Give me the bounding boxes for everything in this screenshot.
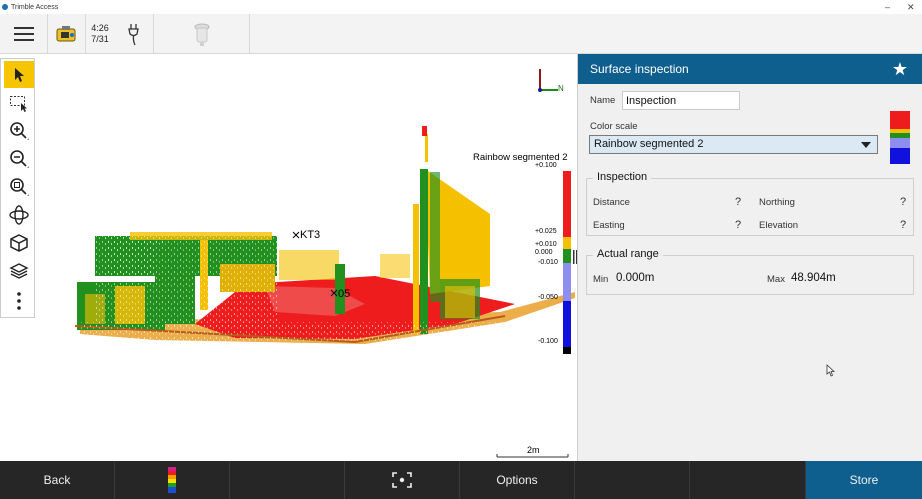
store-button-label: Store bbox=[849, 473, 879, 487]
zoom-to-fit-button[interactable] bbox=[345, 461, 460, 499]
elevation-label: Elevation bbox=[759, 220, 799, 231]
rectangle-select-tool-button[interactable] bbox=[4, 89, 34, 116]
surface-inspection-panel: Surface inspection ★ Name Color scale Ra… bbox=[577, 54, 922, 461]
legend-tick: -0.050 bbox=[538, 294, 558, 301]
chevron-down-icon bbox=[861, 142, 871, 148]
rectangle-select-icon bbox=[10, 95, 27, 112]
focus-target-icon bbox=[392, 472, 412, 488]
max-value: 48.904m bbox=[791, 272, 836, 284]
favorite-star-icon[interactable]: ★ bbox=[892, 59, 908, 80]
date-text: 7/31 bbox=[91, 34, 109, 44]
clock: 4:26 7/31 bbox=[86, 14, 114, 54]
zoom-in-tool-button[interactable] bbox=[4, 117, 34, 144]
menu-button[interactable] bbox=[0, 14, 48, 54]
select-tool-button[interactable] bbox=[4, 61, 34, 88]
back-button-label: Back bbox=[43, 473, 71, 487]
empty-softkey bbox=[230, 461, 345, 499]
view-cube-tool-button[interactable] bbox=[4, 229, 34, 256]
legend-tick: 0.000 bbox=[535, 249, 553, 256]
instrument-button[interactable] bbox=[48, 14, 86, 54]
name-label: Name bbox=[590, 95, 616, 106]
zoom-out-icon bbox=[10, 149, 29, 168]
legend-tick: -0.100 bbox=[538, 338, 558, 345]
layers-tool-button[interactable] bbox=[4, 257, 34, 284]
gnss-receiver-icon bbox=[194, 23, 209, 46]
rainbow-scale-icon bbox=[168, 467, 176, 493]
orbit-icon bbox=[9, 204, 29, 225]
close-button[interactable]: ✕ bbox=[907, 0, 915, 14]
options-button-label: Options bbox=[496, 473, 538, 487]
min-value: 0.000m bbox=[616, 272, 655, 284]
legend-tick: +0.100 bbox=[535, 162, 557, 169]
hamburger-icon bbox=[13, 27, 34, 41]
app-icon bbox=[2, 4, 8, 10]
map-tool-strip bbox=[0, 58, 35, 318]
color-scale-dropdown[interactable]: Rainbow segmented 2 bbox=[589, 135, 878, 154]
legend-tick: +0.025 bbox=[535, 228, 557, 235]
toolbar-right-area bbox=[577, 14, 922, 54]
distance-value: ? bbox=[735, 196, 742, 208]
title-bar: Trimble Access – ✕ bbox=[0, 0, 922, 14]
color-scale-swatch bbox=[890, 111, 910, 164]
point-cloud-view[interactable]: N KT3 05 Rainbow segmented 2 +0.100 +0.0… bbox=[35, 54, 577, 461]
point-label-05: 05 bbox=[338, 288, 351, 300]
actual-range-group: Actual range Min 0.000m Max 48.904m bbox=[586, 248, 914, 295]
color-scale-value: Rainbow segmented 2 bbox=[594, 138, 704, 150]
color-scale-legend bbox=[563, 171, 577, 354]
window-title: Trimble Access bbox=[11, 3, 59, 11]
name-field[interactable] bbox=[622, 91, 740, 110]
orbit-tool-button[interactable] bbox=[4, 201, 34, 228]
color-scale-label: Color scale bbox=[590, 121, 638, 132]
more-tools-button[interactable] bbox=[4, 287, 34, 314]
more-vertical-icon bbox=[17, 291, 21, 310]
actual-range-title: Actual range bbox=[593, 248, 663, 260]
panel-header: Surface inspection ★ bbox=[578, 54, 922, 84]
distance-label: Distance bbox=[593, 197, 630, 208]
layers-icon bbox=[9, 262, 29, 279]
top-toolbar: 4:26 7/31 bbox=[0, 14, 577, 54]
time-text: 4:26 bbox=[91, 23, 109, 33]
min-label: Min bbox=[593, 274, 609, 285]
bottom-bar: Back Options Store bbox=[0, 461, 922, 499]
minimize-button[interactable]: – bbox=[885, 0, 890, 14]
power-status-button[interactable] bbox=[114, 14, 154, 54]
zoom-out-tool-button[interactable] bbox=[4, 145, 34, 172]
north-label: N bbox=[558, 84, 564, 93]
power-plug-icon bbox=[127, 24, 139, 46]
trimble-access-window: Trimble Access – ✕ 4:26 7/31 N KT3 05 Ra… bbox=[0, 0, 922, 499]
legend-tick: -0.010 bbox=[538, 259, 558, 266]
color-scale-toggle-button[interactable] bbox=[115, 461, 230, 499]
legend-tick: +0.010 bbox=[535, 241, 557, 248]
point-label-kt3: KT3 bbox=[300, 229, 321, 241]
inspection-title: Inspection bbox=[593, 171, 652, 183]
zoom-extents-icon bbox=[10, 177, 29, 196]
panel-title: Surface inspection bbox=[590, 62, 689, 76]
scale-bar-label: 2m bbox=[527, 445, 540, 455]
empty-softkey bbox=[690, 461, 806, 499]
elevation-value: ? bbox=[900, 219, 907, 231]
scanner-instrument-icon bbox=[56, 26, 75, 42]
cube-icon bbox=[10, 233, 28, 252]
mouse-cursor-icon bbox=[826, 364, 836, 377]
receiver-button[interactable] bbox=[154, 14, 250, 54]
empty-softkey bbox=[575, 461, 690, 499]
north-arrow bbox=[538, 69, 558, 92]
zoom-in-icon bbox=[10, 121, 29, 140]
pointer-arrow-icon bbox=[15, 67, 24, 82]
zoom-extents-tool-button[interactable] bbox=[4, 173, 34, 200]
max-label: Max bbox=[767, 274, 785, 285]
point-cloud-svg bbox=[74, 69, 577, 458]
easting-label: Easting bbox=[593, 220, 625, 231]
store-button[interactable]: Store bbox=[806, 461, 922, 499]
inspection-group: Inspection Distance ? Northing ? Easting… bbox=[586, 171, 914, 236]
easting-value: ? bbox=[735, 219, 742, 231]
back-button[interactable]: Back bbox=[0, 461, 115, 499]
northing-value: ? bbox=[900, 196, 907, 208]
northing-label: Northing bbox=[759, 197, 795, 208]
options-button[interactable]: Options bbox=[460, 461, 575, 499]
